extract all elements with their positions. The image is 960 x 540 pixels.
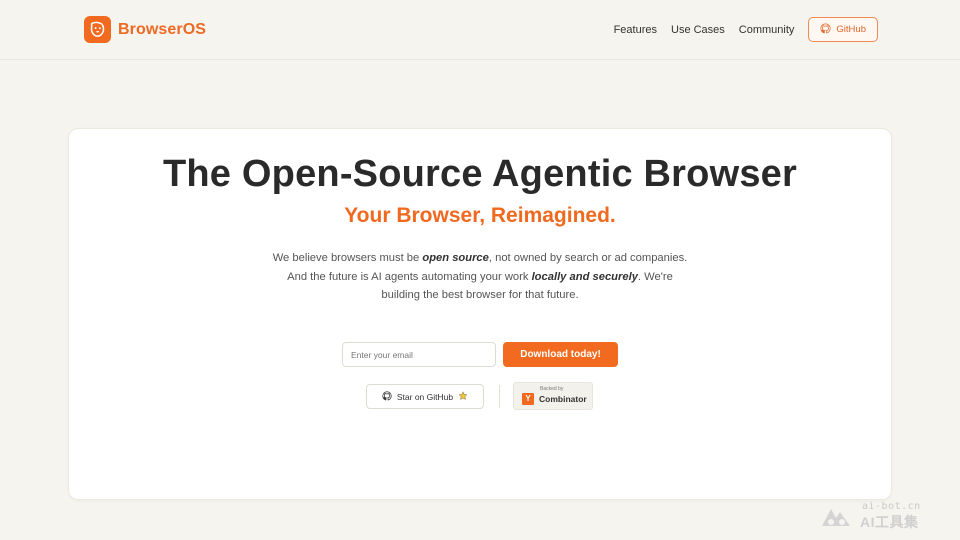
star-on-github-label: Star on GitHub (396, 391, 454, 402)
watermark: ai-bot.cn AI工具集 (820, 500, 940, 534)
watermark-url: ai-bot.cn (862, 501, 921, 512)
brand-logo[interactable]: BrowserOS (84, 16, 206, 43)
hero-subtitle: Your Browser, Reimagined. (344, 204, 616, 227)
hero-title: The Open-Source Agentic Browser (162, 153, 798, 195)
github-icon (820, 22, 831, 37)
desc-emphasis-open-source: open source (422, 252, 489, 264)
yc-name: Combinator (539, 394, 587, 404)
star-icon (458, 390, 468, 403)
watermark-logo-icon (820, 504, 856, 533)
top-header: BrowserOS Features Use Cases Community G… (0, 0, 960, 60)
github-icon (382, 390, 392, 403)
social-divider (499, 385, 500, 408)
star-on-github-button[interactable]: Star on GitHub (366, 384, 484, 409)
email-input[interactable] (342, 342, 496, 367)
dog-head-icon (84, 16, 111, 43)
nav-community[interactable]: Community (739, 18, 795, 42)
download-button[interactable]: Download today! (503, 342, 618, 367)
desc-emphasis-locally: locally and securely (531, 270, 638, 283)
github-button[interactable]: GitHub (808, 17, 878, 42)
y-combinator-badge[interactable]: Backed by Y Combinator (513, 382, 593, 410)
main-nav: Features Use Cases Community GitHub (614, 17, 878, 42)
yc-backed-by-label: Backed by (540, 386, 564, 392)
desc-text-1: We believe browsers must be (272, 252, 423, 264)
nav-use-cases[interactable]: Use Cases (671, 18, 725, 42)
watermark-name: AI工具集 (860, 514, 919, 530)
github-button-label: GitHub (836, 24, 866, 35)
brand-name: BrowserOS (118, 20, 207, 38)
nav-features[interactable]: Features (614, 18, 657, 42)
hero-description: We believe browsers must be open source,… (270, 249, 690, 305)
yc-logo-icon: Y (522, 393, 534, 405)
